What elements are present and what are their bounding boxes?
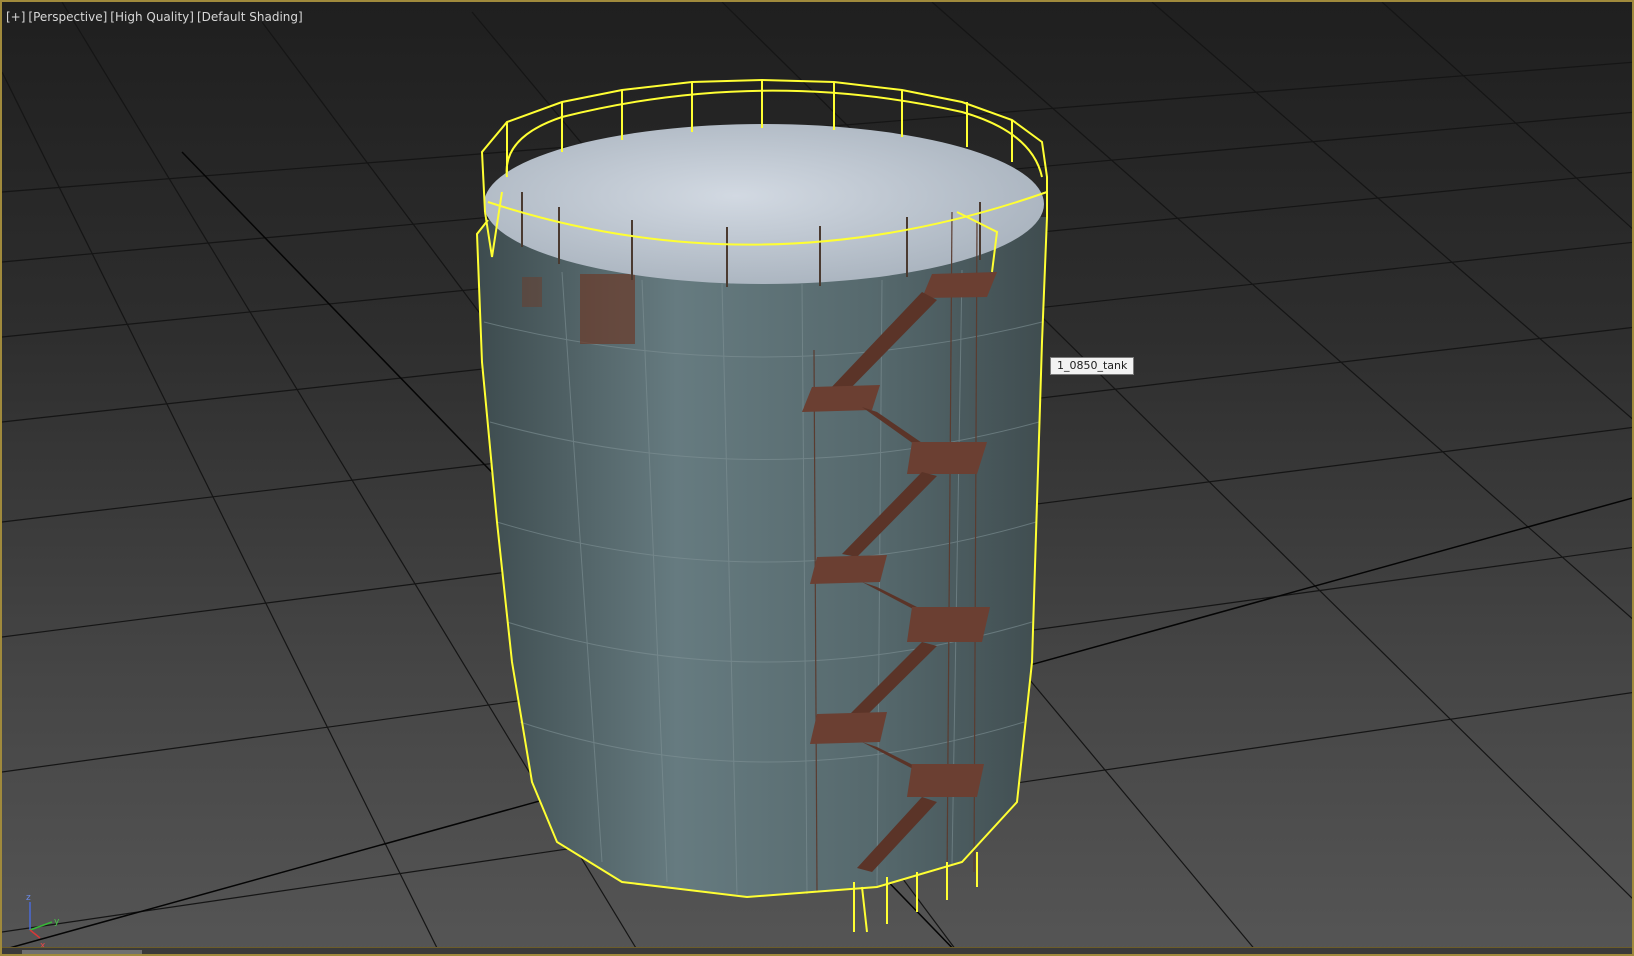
stair-landing [907,607,990,642]
axis-tripod [29,902,53,939]
stair-landing [802,385,880,412]
stair-landing [907,442,987,474]
tank-top[interactable] [484,124,1044,284]
viewport-bottom-tab[interactable] [22,950,142,954]
viewport-quality-button[interactable]: [High Quality] [110,10,194,24]
object-name-tooltip: 1_0850_tank [1050,357,1135,375]
stair-landing [810,712,887,744]
stair-landing [907,764,984,797]
rust-patch [580,274,635,344]
perspective-viewport[interactable]: z y x [+] [Perspective] [High Quality] [… [0,0,1634,956]
axis-y-label: y [54,917,60,927]
viewport-shading-button[interactable]: [Default Shading] [197,10,303,24]
stair-landing [922,272,997,298]
viewport-bottom-bar [2,947,1632,954]
viewport-label-bar: [+] [Perspective] [High Quality] [Defaul… [6,10,303,24]
rust-patch [522,277,542,307]
stair-landing [810,555,887,584]
viewport-view-button[interactable]: [Perspective] [28,10,107,24]
axis-z-label: z [26,893,31,903]
viewport-menu-button[interactable]: [+] [6,10,25,24]
scene-canvas[interactable]: z y x [2,2,1634,956]
